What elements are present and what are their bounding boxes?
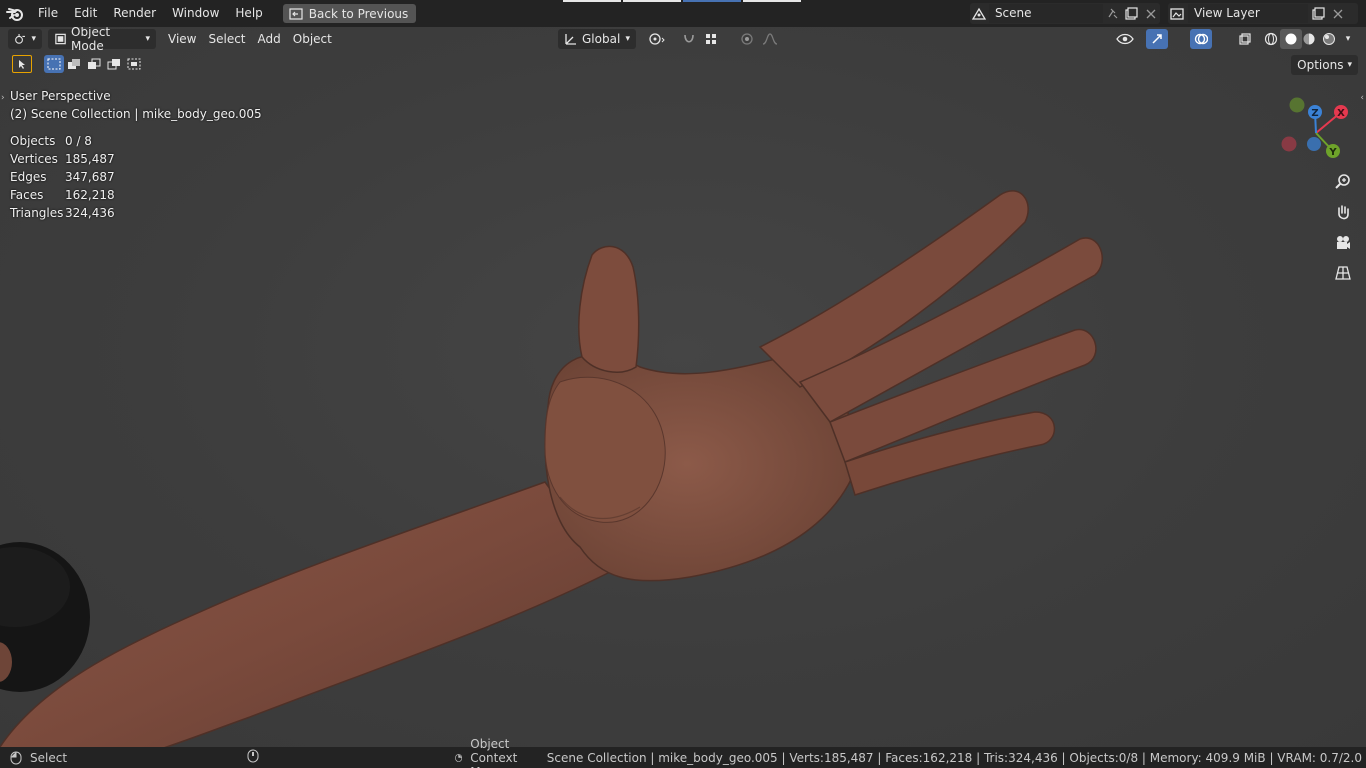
svg-text:X: X (1337, 108, 1345, 119)
3d-viewport[interactable]: ▾ Object Mode ▾ View Select Add Object G… (0, 27, 1366, 747)
view-layer-icon[interactable] (1168, 4, 1188, 23)
gizmo-neg-z[interactable] (1307, 137, 1321, 151)
snap-toggle-icon[interactable] (678, 29, 700, 49)
gizmo-neg-x[interactable] (1281, 136, 1297, 152)
scene-selector[interactable]: Scene (970, 3, 1160, 24)
close-scene-icon[interactable] (1141, 4, 1160, 23)
menu-render[interactable]: Render (105, 0, 164, 27)
statistics-overlay: Objects 0 / 8 Vertices 185,487 Edges 347,68… (10, 132, 115, 222)
collection-label: (2) Scene Collection | mike_body_geo.005 (10, 107, 262, 121)
back-to-previous-button[interactable]: Back to Previous (282, 4, 417, 23)
menu-object[interactable]: Object (287, 29, 338, 49)
orientation-label: Global (582, 32, 621, 46)
status-select-hint: Select (10, 751, 67, 765)
visibility-eye-icon[interactable] (1114, 29, 1136, 49)
select-mode-intersect-icon[interactable] (124, 55, 144, 73)
status-context-menu-hint: Object Context Menu (455, 737, 547, 768)
chevron-down-icon: ▾ (1347, 60, 1352, 70)
perspective-toggle-icon[interactable] (1332, 262, 1354, 284)
wireframe-shading-icon[interactable] (1260, 29, 1282, 49)
menu-help[interactable]: Help (227, 0, 270, 27)
editor-type-button[interactable]: ▾ (8, 29, 42, 49)
new-scene-icon[interactable] (1122, 4, 1141, 23)
select-mode-invert-icon[interactable] (104, 55, 124, 73)
editor-type-icon (15, 33, 25, 44)
menu-window[interactable]: Window (164, 0, 227, 27)
new-view-layer-icon[interactable] (1308, 4, 1328, 23)
select-mode-new-icon[interactable] (44, 55, 64, 73)
chevron-down-icon: ▾ (145, 34, 150, 44)
options-label: Options (1297, 58, 1344, 72)
stats-row-faces: Faces 162,218 (10, 188, 115, 202)
menu-edit[interactable]: Edit (66, 0, 105, 27)
material-shading-icon[interactable] (1298, 29, 1320, 49)
viewport-header: ▾ Object Mode ▾ View Select Add Object G… (0, 27, 1366, 53)
stats-row-triangles: Triangles 324,436 (10, 206, 115, 220)
mode-dropdown[interactable]: Object Mode ▾ (48, 27, 156, 53)
mouse-right-icon (455, 753, 462, 762)
top-menu-bar: File Edit Render Window Help Back to Pre… (0, 0, 1366, 27)
gizmo-neg-y[interactable] (1289, 97, 1305, 113)
orientation-icon (565, 34, 576, 45)
pivot-point-icon[interactable] (646, 29, 668, 49)
falloff-icon[interactable] (760, 29, 782, 49)
status-scene-info: Scene Collection | mike_body_geo.005 | V… (546, 750, 1362, 765)
svg-text:Z: Z (1311, 108, 1318, 119)
thumb (578, 245, 640, 373)
workspace-tabs-strip[interactable] (563, 0, 803, 2)
sidebar-expand-arrow-icon[interactable]: ‹ (1360, 93, 1364, 103)
perspective-label: User Perspective (10, 89, 111, 103)
toolbar-expand-arrow-icon[interactable]: › (1, 93, 5, 103)
scene-icon[interactable] (970, 4, 989, 23)
svg-text:Y: Y (1328, 147, 1337, 158)
view-layer-selector[interactable]: View Layer (1168, 3, 1358, 24)
pin-icon[interactable] (1103, 4, 1122, 23)
blender-logo-icon[interactable] (0, 0, 30, 27)
mouse-left-icon (10, 751, 22, 764)
close-view-layer-icon[interactable] (1328, 4, 1348, 23)
stats-row-edges: Edges 347,687 (10, 170, 115, 184)
options-dropdown[interactable]: Options ▾ (1291, 55, 1358, 75)
overlays-toggle-icon[interactable] (1190, 29, 1212, 49)
back-to-previous-label: Back to Previous (308, 6, 409, 21)
stats-row-objects: Objects 0 / 8 (10, 134, 92, 148)
menu-file[interactable]: File (30, 0, 66, 27)
select-mode-extend-icon[interactable] (64, 55, 84, 73)
xray-toggle-icon[interactable] (1234, 29, 1256, 49)
object-mode-icon (55, 33, 66, 45)
pan-hand-icon[interactable] (1332, 202, 1354, 224)
transform-orientation-dropdown[interactable]: Global ▾ (558, 29, 636, 49)
proportional-edit-icon[interactable] (736, 29, 758, 49)
forearm (0, 481, 612, 747)
navigation-gizmo[interactable]: Z X Y (1276, 93, 1360, 163)
snap-element-icon[interactable] (700, 29, 722, 49)
menu-view[interactable]: View (162, 29, 202, 49)
mode-label: Object Mode (71, 27, 111, 53)
view-layer-name-field[interactable]: View Layer (1188, 4, 1308, 23)
scene-name-field[interactable]: Scene (988, 4, 1104, 23)
back-icon (289, 7, 303, 20)
select-box-tool-icon[interactable] (12, 55, 32, 73)
camera-view-icon[interactable] (1332, 232, 1354, 254)
status-bar: Select Object Context Menu Scene Collect… (0, 737, 1366, 768)
gizmo-toggle-icon[interactable] (1146, 29, 1168, 49)
menu-add[interactable]: Add (252, 29, 287, 49)
tool-settings-row (0, 53, 1366, 77)
viewport-info-overlay: User Perspective (2) Scene Collection | … (10, 87, 262, 123)
select-mode-subtract-icon[interactable] (84, 55, 104, 73)
mouse-middle-icon (247, 749, 259, 766)
hair-mesh (0, 542, 90, 692)
hand-model (0, 190, 1103, 747)
menu-select[interactable]: Select (202, 29, 251, 49)
stats-row-vertices: Vertices 185,487 (10, 152, 115, 166)
zoom-icon[interactable] (1332, 171, 1354, 193)
shading-options-chevron-icon[interactable]: ▾ (1340, 29, 1356, 49)
rendered-shading-icon[interactable] (1318, 29, 1340, 49)
